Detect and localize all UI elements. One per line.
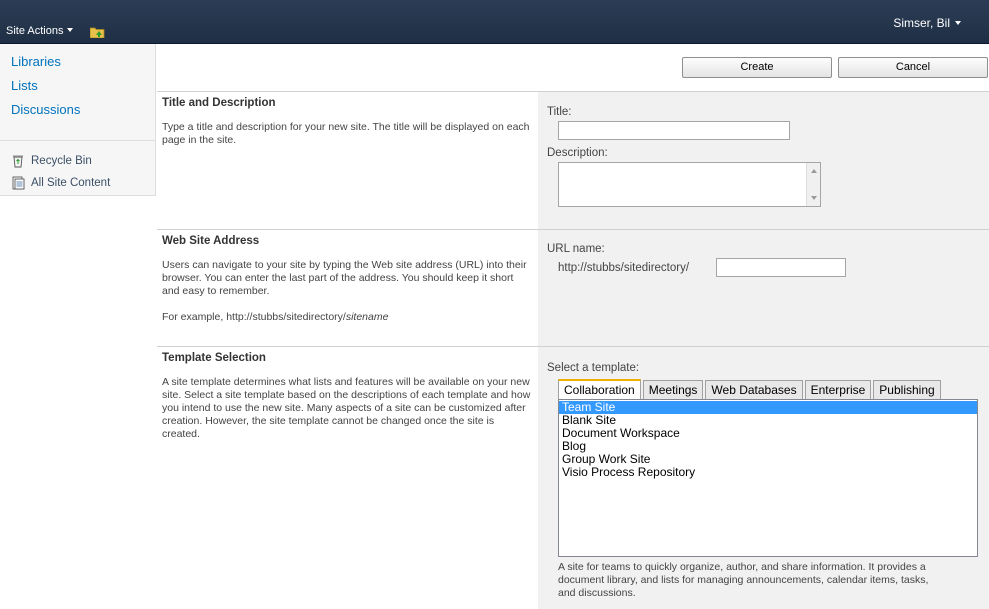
user-name: Simser, Bil: [893, 16, 950, 30]
web-site-address-section: Web Site Address Users can navigate to y…: [157, 230, 989, 347]
chevron-down-icon: [67, 28, 74, 32]
all-site-content-label: All Site Content: [31, 177, 111, 189]
create-button[interactable]: Create: [682, 57, 832, 78]
scroll-down-icon[interactable]: [811, 196, 817, 200]
list-item[interactable]: Visio Process Repository: [559, 466, 977, 479]
site-content-icon: [12, 176, 25, 190]
site-actions-menu[interactable]: Site Actions: [6, 25, 74, 37]
description-label: Description:: [547, 147, 608, 159]
main-content: Create Cancel Title and Description Type…: [157, 44, 989, 609]
nav-link-discussions[interactable]: Discussions: [0, 101, 155, 125]
section-description: Users can navigate to your site by typin…: [162, 259, 527, 297]
left-navigation: Libraries Lists Discussions Recycle Bin …: [0, 44, 156, 196]
description-textarea[interactable]: [558, 162, 821, 207]
user-menu[interactable]: Simser, Bil: [893, 16, 961, 30]
tab-meetings[interactable]: Meetings: [642, 380, 704, 399]
tab-publishing[interactable]: Publishing: [873, 380, 941, 399]
nav-link-libraries[interactable]: Libraries: [0, 53, 155, 77]
tab-collaboration[interactable]: Collaboration: [558, 379, 641, 399]
list-item[interactable]: Team Site: [559, 401, 977, 414]
title-label: Title:: [547, 106, 572, 118]
template-selection-section: Template Selection A site template deter…: [157, 347, 989, 609]
site-actions-label: Site Actions: [6, 25, 64, 37]
recycle-bin-icon: [13, 155, 23, 168]
section-heading: Web Site Address: [162, 235, 260, 247]
list-item[interactable]: Document Workspace: [559, 427, 977, 440]
url-name-label: URL name:: [547, 243, 605, 255]
all-site-content-link[interactable]: All Site Content: [11, 172, 110, 194]
template-tabs: Collaboration Meetings Web Databases Ent…: [558, 379, 943, 399]
nav-link-lists[interactable]: Lists: [0, 77, 155, 101]
tab-web-databases[interactable]: Web Databases: [705, 380, 803, 399]
scroll-up-icon[interactable]: [811, 169, 817, 173]
url-example: For example, http://stubbs/sitedirectory…: [162, 311, 389, 323]
tab-enterprise[interactable]: Enterprise: [804, 380, 872, 399]
navigate-up-folder-icon[interactable]: [90, 26, 105, 38]
nav-divider: [0, 140, 155, 141]
url-prefix: http://stubbs/sitedirectory/: [558, 262, 690, 274]
scrollbar[interactable]: [806, 163, 820, 206]
select-template-label: Select a template:: [547, 362, 640, 374]
section-description: Type a title and description for your ne…: [162, 121, 530, 146]
cancel-button[interactable]: Cancel: [838, 57, 988, 78]
url-name-input[interactable]: [716, 258, 846, 277]
title-input[interactable]: [558, 121, 790, 140]
template-list[interactable]: Team Site Blank Site Document Workspace …: [558, 399, 978, 557]
section-description: A site template determines what lists an…: [162, 376, 531, 440]
recycle-bin-link[interactable]: Recycle Bin: [11, 150, 110, 172]
chevron-down-icon: [955, 21, 961, 25]
section-heading: Template Selection: [162, 352, 266, 364]
section-heading: Title and Description: [162, 97, 276, 109]
top-ribbon: Site Actions Simser, Bil: [0, 0, 989, 44]
recycle-bin-label: Recycle Bin: [31, 155, 92, 167]
template-description: A site for teams to quickly organize, au…: [558, 561, 929, 599]
title-description-section: Title and Description Type a title and d…: [157, 92, 989, 230]
button-bar: Create Cancel: [157, 44, 989, 92]
